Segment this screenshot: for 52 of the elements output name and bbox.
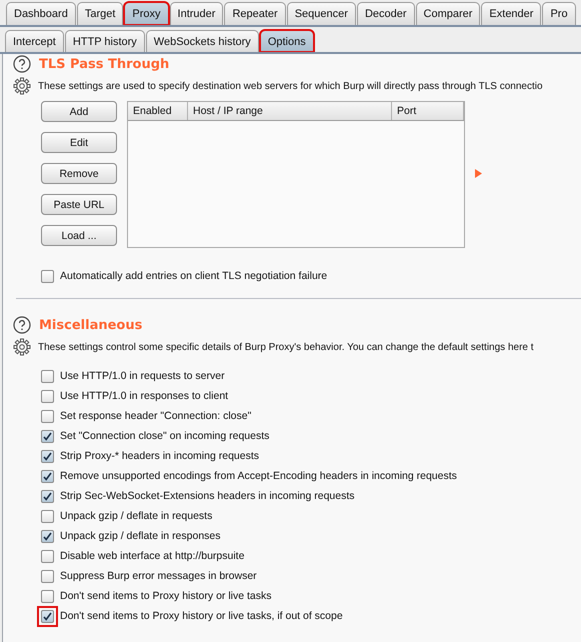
- checkmark-icon: [43, 532, 52, 540]
- tab[interactable]: Proxy: [124, 2, 169, 25]
- checkbox-label: Set "Connection close" on incoming requests: [60, 430, 270, 442]
- action-button[interactable]: Paste URL: [41, 194, 117, 215]
- checkbox-label: Unpack gzip / deflate in responses: [60, 530, 221, 542]
- checkbox-label: Don't send items to Proxy history or live tasks, if out of scope: [60, 610, 343, 622]
- checkbox[interactable]: [37, 606, 58, 626]
- tab[interactable]: Target: [76, 2, 124, 25]
- tab[interactable]: Intercept: [5, 30, 64, 52]
- tab[interactable]: Comparer: [416, 2, 480, 25]
- checkbox-label: Strip Sec-WebSocket-Extensions headers in incoming requests: [60, 490, 355, 502]
- checkbox-label: Remove unsupported encodings from Accept-Encoding headers in incoming requests: [60, 470, 457, 482]
- tab[interactable]: HTTP history: [64, 30, 145, 52]
- checkbox-label: Don't send items to Proxy history or live tasks: [60, 590, 272, 602]
- action-button[interactable]: Edit: [41, 132, 117, 153]
- checkbox-label: Use HTTP/1.0 in requests to server: [60, 370, 225, 382]
- help-icon[interactable]: [13, 316, 31, 334]
- checkbox-label: Automatically add entries on client TLS negotiation failure: [60, 270, 328, 282]
- settings-icon[interactable]: [13, 77, 31, 95]
- section-description: These settings are used to specify destination web servers for which Burp will directly pass through TLS connectio: [38, 80, 543, 92]
- checkbox-label: Use HTTP/1.0 in responses to client: [60, 390, 228, 402]
- checkbox-label: Unpack gzip / deflate in requests: [60, 510, 212, 522]
- tab[interactable]: WebSockets history: [146, 30, 259, 52]
- section-title: Miscellaneous: [39, 318, 142, 332]
- checkmark-icon: [43, 472, 52, 480]
- column-header[interactable]: Enabled: [128, 102, 188, 120]
- checkmark-icon: [43, 492, 52, 500]
- tab[interactable]: Decoder: [356, 2, 415, 25]
- tab[interactable]: Dashboard: [6, 2, 76, 25]
- help-icon[interactable]: [13, 55, 31, 73]
- tab[interactable]: Options: [260, 30, 314, 52]
- tab[interactable]: Extender: [481, 2, 542, 25]
- checkbox-label: Strip Proxy-* headers in incoming requests: [60, 450, 260, 462]
- action-button[interactable]: Load ...: [41, 225, 117, 246]
- checkbox-label: Set response header "Connection: close": [60, 410, 252, 422]
- checkmark-icon: [43, 452, 52, 460]
- expand-arrow-icon[interactable]: [475, 169, 482, 178]
- tab[interactable]: Pro: [542, 2, 576, 25]
- action-button[interactable]: Remove: [41, 163, 117, 184]
- checkmark-icon: [43, 612, 52, 620]
- action-button[interactable]: Add: [41, 101, 117, 122]
- tab[interactable]: Intruder: [170, 2, 224, 25]
- settings-icon[interactable]: [13, 338, 31, 356]
- checkbox-label: Disable web interface at http://burpsuite: [60, 550, 244, 562]
- section-description: These settings control some specific details of Burp Proxy's behavior. You can change the default settings here t: [38, 342, 534, 352]
- column-header[interactable]: Host / IP range: [188, 102, 392, 120]
- tab[interactable]: Repeater: [224, 2, 286, 25]
- checkmark-icon: [43, 432, 52, 440]
- tab[interactable]: Sequencer: [286, 2, 356, 25]
- column-header[interactable]: Port: [392, 102, 464, 120]
- checkbox-label: Suppress Burp error messages in browser: [60, 570, 257, 582]
- section-title: TLS Pass Through: [39, 56, 170, 72]
